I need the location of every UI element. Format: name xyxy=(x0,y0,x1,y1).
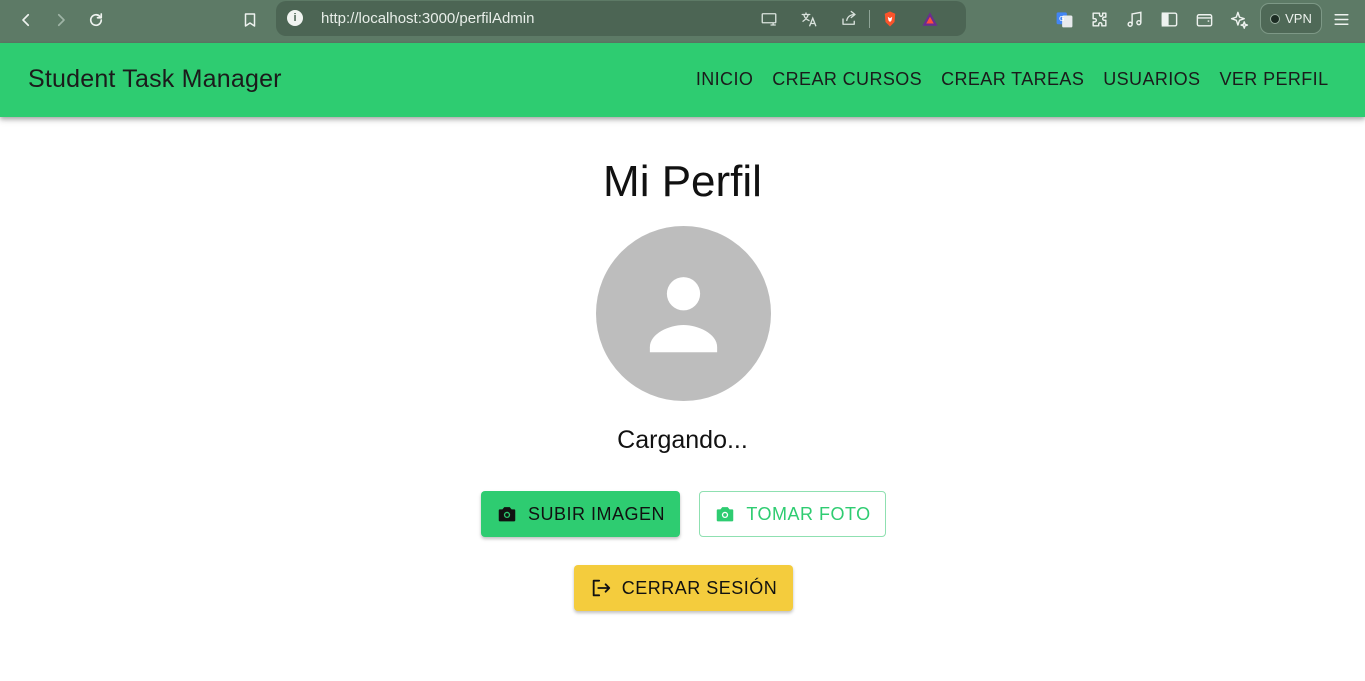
back-icon[interactable] xyxy=(12,6,40,34)
nav-link-usuarios[interactable]: USUARIOS xyxy=(1094,69,1210,90)
info-icon[interactable]: i xyxy=(287,10,303,26)
page-title: Mi Perfil xyxy=(603,157,762,206)
browser-toolbar: i http://localhost:3000/perfilAdmin G VP… xyxy=(0,0,1365,43)
nav-link-inicio[interactable]: INICIO xyxy=(686,69,762,90)
leo-ai-icon[interactable] xyxy=(1228,8,1250,30)
take-photo-label: TOMAR FOTO xyxy=(746,503,871,524)
nav-link-ver-perfil[interactable]: VER PERFIL xyxy=(1210,69,1338,90)
bookmark-icon[interactable] xyxy=(236,6,264,34)
camera-icon xyxy=(717,507,734,522)
upload-image-button[interactable]: SUBIR IMAGEN xyxy=(481,491,680,537)
url-divider xyxy=(869,10,870,28)
app-bar: Student Task Manager INICIO CREAR CURSOS… xyxy=(0,43,1365,117)
logout-icon xyxy=(592,579,610,597)
share-icon[interactable] xyxy=(839,9,859,29)
brave-shields-icon[interactable] xyxy=(880,9,900,29)
logout-label: CERRAR SESIÓN xyxy=(621,577,778,598)
loading-status: Cargando... xyxy=(617,426,748,454)
cast-icon[interactable] xyxy=(759,9,779,29)
take-photo-button[interactable]: TOMAR FOTO xyxy=(699,491,886,537)
vpn-button[interactable]: VPN xyxy=(1260,3,1322,34)
nav-links: INICIO CREAR CURSOS CREAR TAREAS USUARIO… xyxy=(686,69,1338,90)
svg-text:G: G xyxy=(1058,14,1064,23)
wallet-icon[interactable] xyxy=(1193,8,1215,30)
sidebar-icon[interactable] xyxy=(1158,8,1180,30)
camera-icon xyxy=(498,507,516,522)
brave-rewards-icon[interactable] xyxy=(920,9,940,29)
url-text[interactable]: http://localhost:3000/perfilAdmin xyxy=(321,10,534,27)
extensions-icon[interactable] xyxy=(1088,8,1110,30)
app-brand[interactable]: Student Task Manager xyxy=(28,65,282,94)
nav-link-crear-tareas[interactable]: CREAR TAREAS xyxy=(932,69,1094,90)
logout-button[interactable]: CERRAR SESIÓN xyxy=(574,565,793,611)
avatar xyxy=(596,226,771,401)
nav-link-crear-cursos[interactable]: CREAR CURSOS xyxy=(763,69,932,90)
forward-icon[interactable] xyxy=(47,6,75,34)
reload-icon[interactable] xyxy=(82,6,110,34)
menu-icon[interactable] xyxy=(1330,8,1352,30)
google-translate-icon[interactable]: G xyxy=(1053,8,1075,30)
upload-image-label: SUBIR IMAGEN xyxy=(527,503,666,524)
vpn-icon xyxy=(1270,13,1281,24)
music-icon[interactable] xyxy=(1123,8,1145,30)
address-bar[interactable]: i http://localhost:3000/perfilAdmin xyxy=(276,1,966,36)
translate-icon[interactable] xyxy=(799,9,819,29)
vpn-label: VPN xyxy=(1285,11,1312,26)
person-icon xyxy=(649,277,718,353)
